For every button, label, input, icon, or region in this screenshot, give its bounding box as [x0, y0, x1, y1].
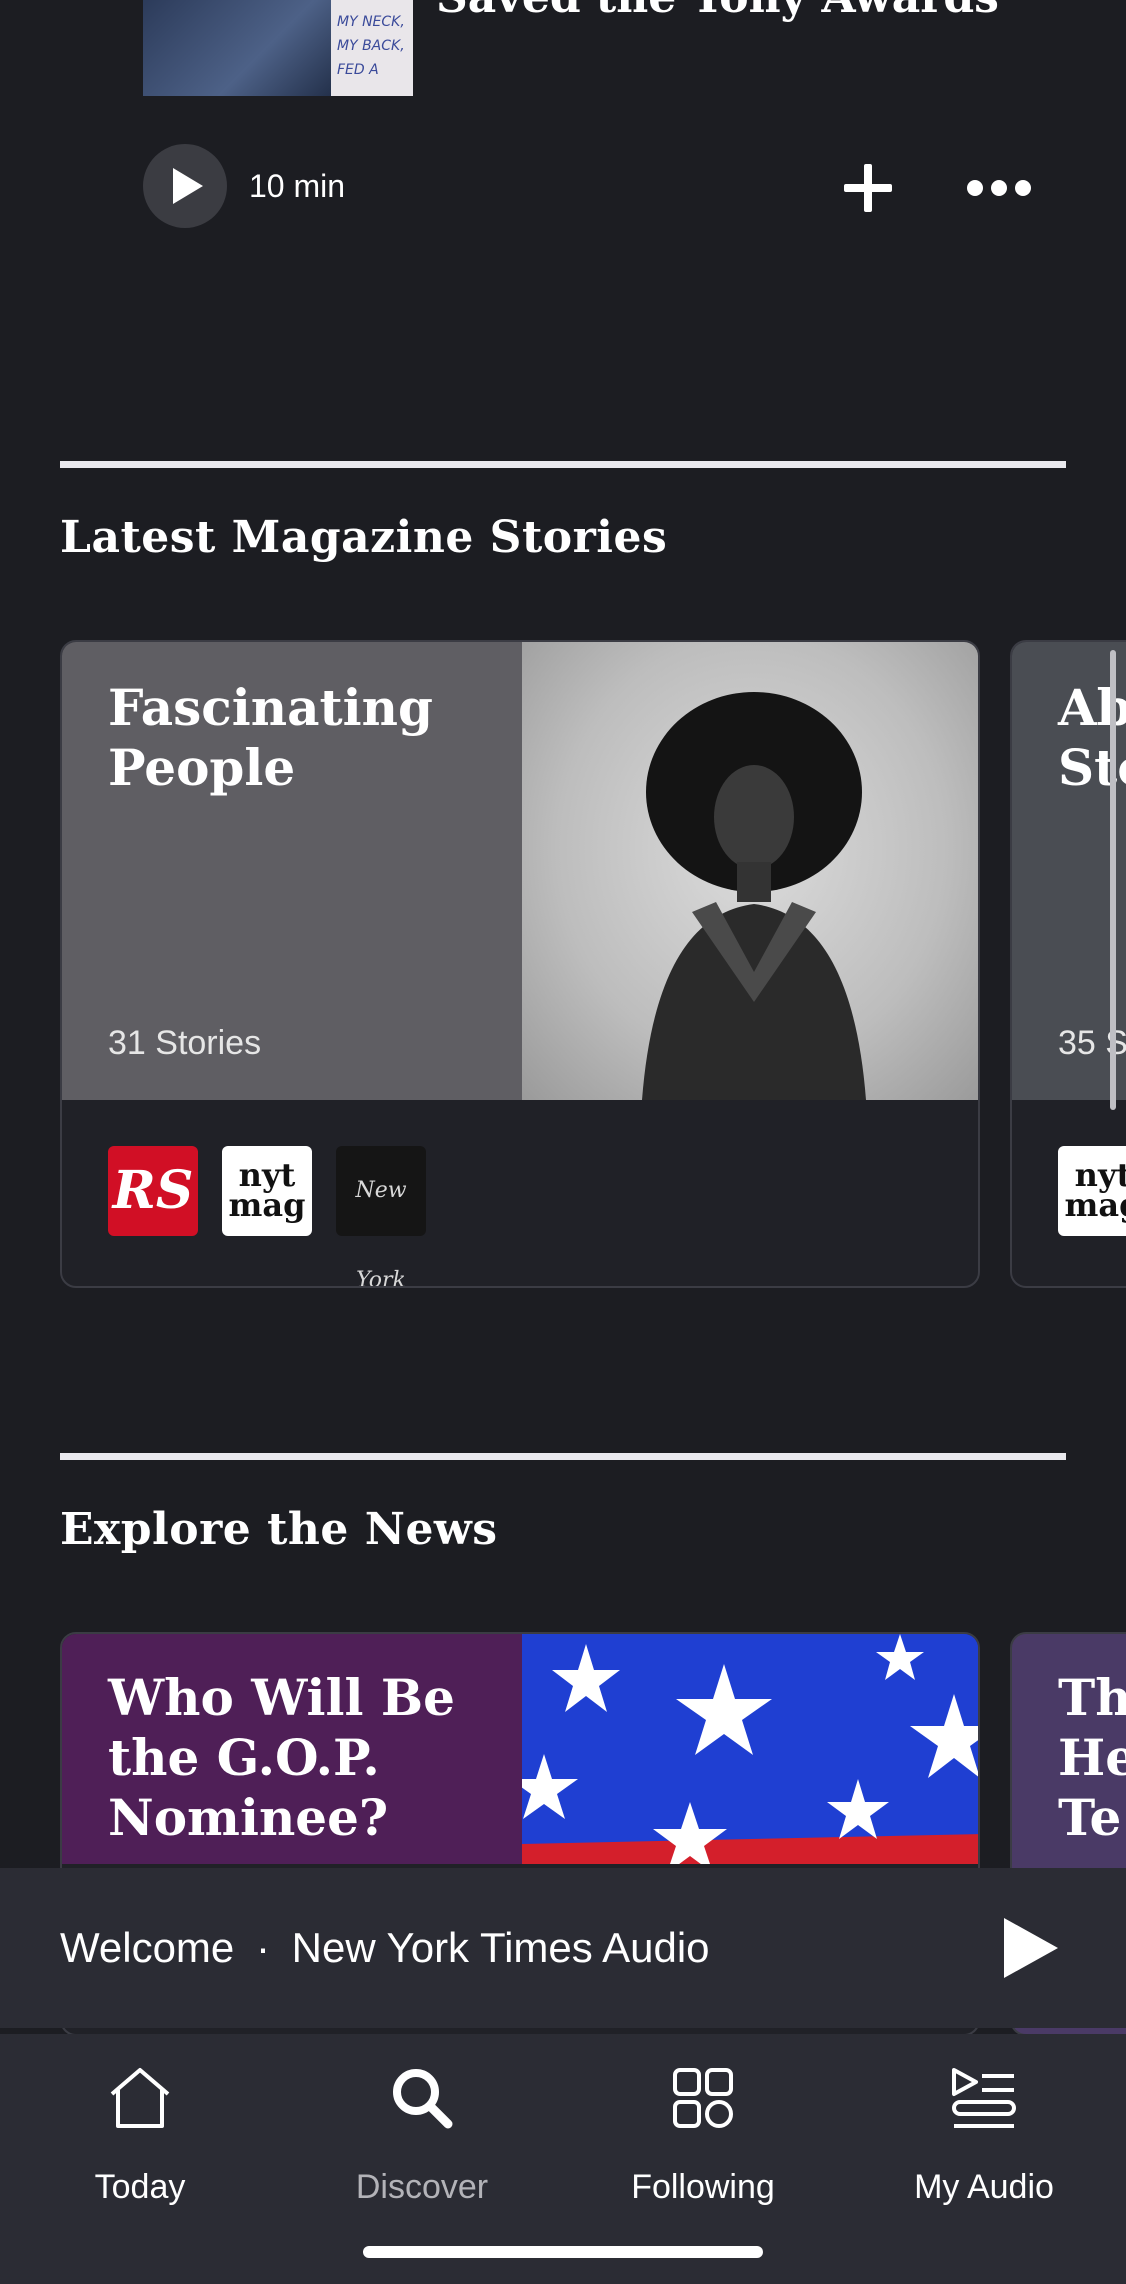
thumbnail-sign: MY NECK, MY BACK, FED A — [331, 0, 413, 96]
tab-today[interactable]: Today — [40, 2064, 240, 2206]
card-photo — [522, 642, 978, 1100]
play-icon — [1004, 1918, 1058, 1978]
nyt-mag-logo[interactable]: nyt mag — [1058, 1146, 1126, 1236]
tab-label: My Audio — [914, 2168, 1054, 2206]
episode-title[interactable]: Saved the Tony Awards — [436, 0, 999, 23]
episode-play-button[interactable] — [143, 144, 227, 228]
card-color-panel: Ab Sto 35 S — [1012, 642, 1126, 1100]
play-icon — [173, 168, 203, 204]
card-photo-flag — [522, 1634, 978, 1864]
horizontal-scrollbar[interactable] — [1110, 650, 1116, 1110]
svg-text:MY BACK,: MY BACK, — [337, 38, 405, 54]
playlist-icon — [952, 2068, 1016, 2128]
svg-text:MY NECK,: MY NECK, — [337, 14, 405, 30]
grid-icon — [673, 2068, 733, 2128]
tab-label: Discover — [355, 2168, 489, 2206]
mini-player[interactable]: Welcome · New York Times Audio — [0, 1868, 1126, 2028]
card-title: Th He Te — [1058, 1668, 1126, 1847]
section-divider — [60, 1453, 1066, 1460]
card-title: Fascinating People — [108, 678, 433, 797]
add-to-queue-button[interactable] — [840, 160, 896, 216]
now-playing-show: Welcome — [60, 1924, 235, 1971]
thumbnail-figure — [143, 0, 333, 96]
more-options-button[interactable] — [966, 168, 1032, 208]
card-color-panel: Fascinating People 31 Stories — [62, 642, 522, 1100]
now-playing-publisher: New York Times Audio — [291, 1924, 710, 1971]
mini-player-play-button[interactable] — [1000, 1916, 1060, 1980]
episode-duration: 10 min — [249, 168, 346, 204]
svg-text:FED A: FED A — [337, 62, 379, 78]
now-playing-separator: · — [255, 1924, 270, 1971]
rolling-stone-logo[interactable]: RS — [108, 1146, 198, 1236]
home-icon — [110, 2068, 170, 2128]
plus-icon — [844, 164, 892, 212]
nyt-mag-logo[interactable]: nyt mag — [222, 1146, 312, 1236]
section-title-news: Explore the News — [60, 1504, 498, 1555]
tab-following[interactable]: Following — [603, 2064, 803, 2206]
section-title-magazine: Latest Magazine Stories — [60, 512, 668, 563]
tab-label: Following — [631, 2168, 775, 2206]
tab-label: Today — [94, 2168, 186, 2206]
more-icon — [967, 180, 1031, 196]
tab-my-audio[interactable]: My Audio — [884, 2064, 1084, 2206]
card-color-panel: Who Will Be the G.O.P. Nominee? — [62, 1634, 522, 1864]
tab-discover[interactable]: Discover — [322, 2064, 522, 2206]
home-indicator[interactable] — [363, 2246, 763, 2258]
section-divider — [60, 461, 1066, 468]
episode-thumbnail[interactable]: MY NECK, MY BACK, FED A — [143, 0, 413, 96]
collection-card-fascinating-people[interactable]: Fascinating People 31 Stories RS nyt mag… — [60, 640, 980, 1288]
search-icon — [393, 2069, 453, 2129]
new-york-mag-logo[interactable]: New York — [336, 1146, 426, 1286]
collection-card-partial[interactable]: Ab Sto 35 S nyt mag — [1010, 640, 1126, 1288]
now-playing-text[interactable]: Welcome · New York Times Audio — [60, 1924, 710, 1972]
card-title: Who Will Be the G.O.P. Nominee? — [108, 1668, 455, 1847]
card-story-count: 31 Stories — [108, 1024, 262, 1062]
